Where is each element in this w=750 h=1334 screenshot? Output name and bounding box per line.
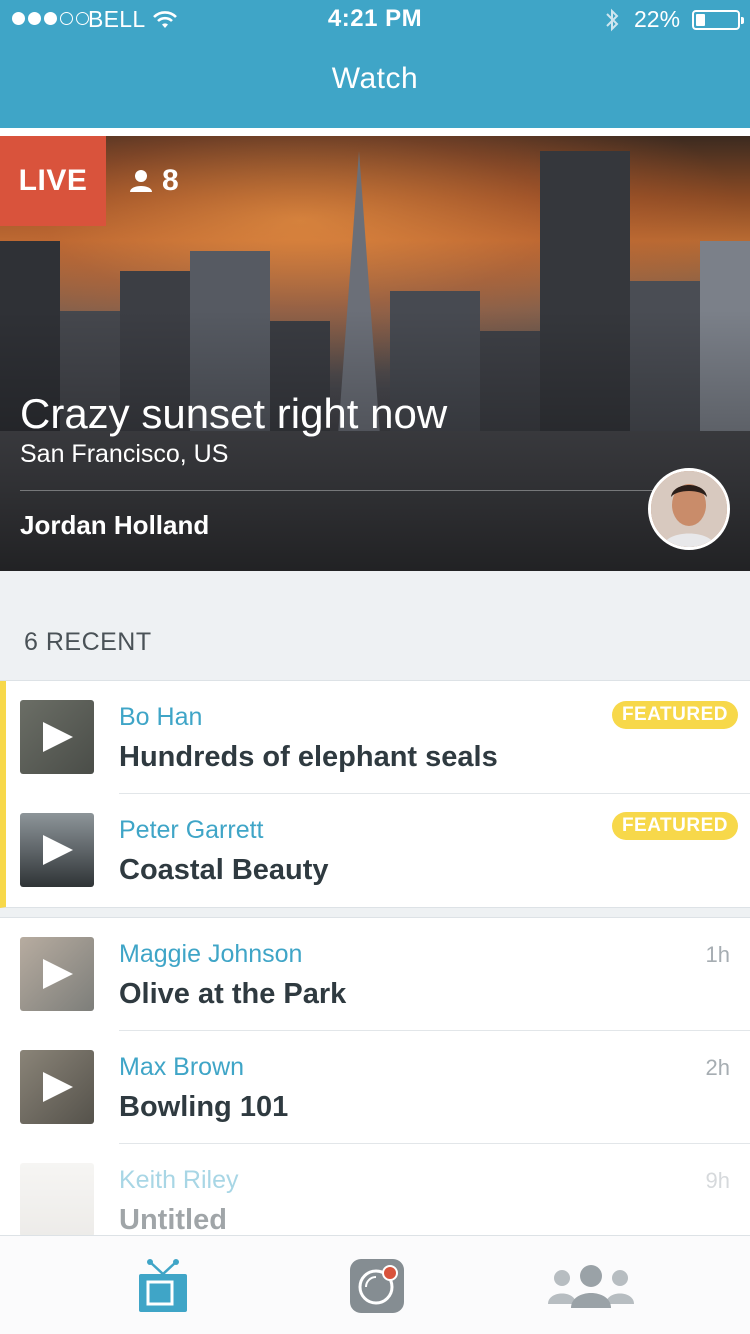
recent-count-label: 6 RECENT [24, 628, 152, 656]
tab-bar [0, 1235, 750, 1334]
video-thumbnail [20, 700, 94, 774]
item-age: 2h [705, 1055, 730, 1080]
video-thumbnail [20, 1050, 94, 1124]
featured-badge: FEATURED [611, 812, 738, 840]
item-author: Bo Han [119, 703, 203, 731]
stream-location: San Francisco, US [20, 440, 229, 468]
hero-gradient [0, 136, 750, 571]
video-thumbnail [20, 813, 94, 887]
play-icon [43, 1072, 73, 1102]
list-item[interactable]: Peter Garrett Coastal Beauty FEATURED [0, 794, 750, 907]
stream-author[interactable]: Jordan Holland [20, 510, 209, 541]
stream-title: Crazy sunset right now [20, 390, 448, 437]
tab-watch[interactable] [103, 1236, 223, 1334]
item-title: Hundreds of elephant seals [119, 741, 498, 773]
item-author: Peter Garrett [119, 816, 264, 844]
item-title: Coastal Beauty [119, 854, 329, 886]
play-icon [43, 959, 73, 989]
item-title: Bowling 101 [119, 1091, 289, 1123]
avatar-portrait [651, 471, 727, 547]
top-bar: BELL 4:21 PM 22% Watch [0, 0, 750, 128]
item-author: Maggie Johnson [119, 940, 303, 968]
viewer-count-value: 8 [162, 164, 179, 197]
list-item[interactable]: Bo Han Hundreds of elephant seals FEATUR… [0, 681, 750, 794]
video-thumbnail [20, 1163, 94, 1237]
hero-divider [20, 490, 660, 491]
camera-record-icon [350, 1258, 404, 1313]
item-author: Max Brown [119, 1053, 245, 1081]
featured-list: Bo Han Hundreds of elephant seals FEATUR… [0, 681, 750, 908]
battery-percent: 22% [634, 6, 681, 32]
live-badge: LIVE [0, 136, 106, 226]
item-title: Untitled [119, 1204, 227, 1236]
list-item[interactable]: Maggie Johnson Olive at the Park 1h [0, 918, 750, 1031]
viewer-person-icon [130, 170, 152, 192]
page-title: Watch [331, 62, 419, 95]
people-icon [548, 1264, 634, 1308]
bluetooth-icon [606, 8, 619, 32]
recent-section-header: 6 RECENT [0, 571, 750, 681]
featured-badge: FEATURED [611, 701, 738, 729]
video-thumbnail [20, 937, 94, 1011]
item-title: Olive at the Park [119, 978, 347, 1010]
tab-broadcast[interactable] [317, 1236, 437, 1334]
play-icon [43, 722, 73, 752]
section-gap [0, 908, 750, 918]
item-age: 1h [705, 942, 730, 967]
play-icon [43, 835, 73, 865]
item-age: 9h [705, 1168, 730, 1193]
tv-icon [139, 1258, 187, 1312]
status-bar: BELL 4:21 PM 22% [0, 0, 750, 40]
live-stream-card[interactable]: LIVE 8 Crazy sunset right now San Franci… [0, 136, 750, 571]
viewer-count: 8 [130, 164, 179, 198]
tab-people[interactable] [531, 1236, 651, 1334]
item-author: Keith Riley [119, 1166, 239, 1194]
battery-icon [692, 10, 744, 30]
list-item[interactable]: Max Brown Bowling 101 2h [0, 1031, 750, 1144]
author-avatar[interactable] [648, 468, 730, 550]
